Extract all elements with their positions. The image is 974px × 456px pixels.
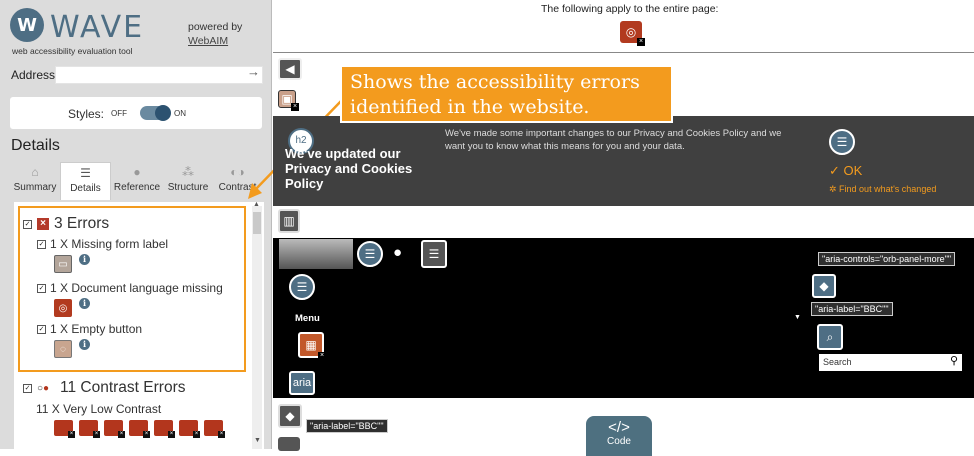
wave-sidebar: W WAVE web accessibility evaluation tool… (0, 0, 272, 449)
callout-annotation: Shows the accessibility errors identifie… (340, 65, 673, 123)
close-icon: × (68, 431, 75, 438)
very-low-contrast-item: 11 X Very Low Contrast (36, 402, 162, 416)
panel-tabs: ⌂ Summary ☰ Details ● Reference ⁂ Struct… (10, 162, 262, 200)
wave-logo-word: WAVE (50, 10, 145, 45)
contrast-error-icon[interactable]: × (79, 420, 100, 438)
contrast-error-icon[interactable]: × (179, 420, 200, 438)
tab-reference[interactable]: ● Reference (111, 162, 163, 200)
tab-summary[interactable]: ⌂ Summary (10, 162, 60, 200)
cookie-title: We've updated our Privacy and Cookies Po… (285, 146, 413, 191)
ok-label: OK (843, 163, 863, 178)
aria-icon[interactable]: aria (289, 371, 315, 395)
powered-by-text: powered by (188, 21, 243, 33)
ok-button[interactable]: ✓ OK (829, 163, 862, 179)
caret-down-icon[interactable]: ▼ (794, 314, 801, 321)
contrast-error-icon[interactable]: × (104, 420, 125, 438)
wave-tagline: web accessibility evaluation tool (12, 46, 133, 56)
list-icon[interactable]: ☰ (421, 240, 447, 268)
search-icon[interactable]: ⚲ (950, 354, 958, 367)
contrast-checkbox[interactable]: ✓ (23, 384, 32, 393)
tab-structure[interactable]: ⁂ Structure (163, 162, 213, 200)
scrollbar-thumb[interactable] (253, 212, 261, 234)
tab-summary-label: Summary (13, 182, 57, 193)
contrast-error-icon[interactable]: × (154, 420, 175, 438)
trash-icon[interactable]: ▥ (278, 209, 300, 233)
styles-toggle-box: Styles: OFF ON (10, 97, 262, 129)
arrow-right-icon[interactable]: → (247, 64, 260, 79)
tab-reference-label: Reference (113, 182, 161, 193)
contrast-error-icon: ○● (37, 383, 50, 394)
errors-highlight-box (18, 206, 246, 372)
page-preview: The following apply to the entire page: … (273, 0, 974, 456)
cookie-banner: h2 We've updated our Privacy and Cookies… (273, 116, 974, 206)
scroll-down-arrow-icon[interactable]: ▼ (254, 437, 261, 444)
styles-off-label: OFF (111, 109, 127, 118)
info-icon: ● (133, 165, 141, 179)
code-label: Code (607, 436, 631, 447)
close-icon: × (291, 103, 299, 111)
search-icon[interactable]: ⌕ (817, 324, 843, 350)
close-icon: × (318, 352, 326, 360)
whole-page-note: The following apply to the entire page: (541, 3, 719, 15)
address-row: Address: → (0, 64, 272, 86)
aria-label-tag: "aria-label="BBC"" (811, 302, 893, 316)
broken-image-icon[interactable]: ▣ × (278, 90, 299, 111)
contrast-errors-title: 11 Contrast Errors (60, 379, 186, 396)
wave-logo-mark: W (10, 8, 44, 42)
list-icon[interactable]: ☰ (829, 129, 855, 155)
list-icon[interactable]: ☰ (357, 241, 383, 267)
separator (273, 52, 974, 53)
address-label: Address: (11, 68, 59, 82)
webaim-link[interactable]: WebAIM (188, 34, 242, 48)
tag-icon[interactable]: ◆ (278, 404, 302, 428)
aria-controls-tag: "aria-controls="orb-panel-more"" (818, 252, 956, 266)
toggle-knob (155, 105, 171, 121)
tag-icon[interactable]: ◆ (812, 274, 836, 298)
aria-label-tag-bottom: "aria-label="BBC"" (306, 419, 388, 433)
tab-details-label: Details (70, 183, 101, 194)
styles-toggle[interactable] (140, 105, 171, 121)
code-button[interactable]: </> Code (586, 416, 652, 456)
user-icon[interactable]: ● (393, 244, 402, 261)
structure-icon: ⁂ (182, 165, 194, 179)
list-icon[interactable]: ☰ (289, 274, 315, 300)
details-heading: Details (11, 137, 60, 154)
find-out-link[interactable]: ✲ Find out what's changed (829, 184, 936, 195)
contrast-error-icon[interactable]: × (54, 420, 75, 438)
list-icon: ☰ (80, 166, 91, 180)
address-input[interactable] (55, 66, 263, 84)
styles-on-label: ON (174, 109, 186, 118)
contrast-error-icon[interactable]: × (204, 420, 225, 438)
close-icon: × (193, 431, 200, 438)
close-icon: × (118, 431, 125, 438)
close-icon: × (218, 431, 225, 438)
search-input[interactable]: Search ⚲ (819, 354, 962, 371)
close-icon: × (637, 38, 645, 46)
cookie-body: We've made some important changes to our… (445, 128, 782, 152)
tab-structure-label: Structure (167, 182, 209, 193)
contrast-error-icon[interactable]: × (129, 420, 150, 438)
home-icon: ⌂ (31, 165, 39, 179)
speaker-icon[interactable]: ◀ (278, 58, 302, 80)
close-icon: × (168, 431, 175, 438)
language-missing-icon[interactable]: ◎ × (620, 21, 645, 46)
panel-scrollbar[interactable] (252, 206, 262, 449)
menu-label[interactable]: Menu (295, 313, 320, 324)
styles-label: Styles: (68, 107, 105, 121)
close-icon: × (143, 431, 150, 438)
close-icon: × (93, 431, 100, 438)
contrast-error-icon[interactable]: ▦ × (298, 332, 326, 360)
tab-details[interactable]: ☰ Details (60, 162, 111, 200)
search-placeholder: Search (823, 357, 852, 367)
powered-by: powered by WebAIM (188, 20, 242, 48)
code-icon: </> (608, 419, 630, 436)
site-header: ☰ ● ☰ ☰ Menu ▼ ▦ × aria "aria-controls="o… (273, 238, 974, 398)
site-logo-block (279, 239, 353, 269)
find-out-label: Find out what's changed (839, 184, 937, 194)
